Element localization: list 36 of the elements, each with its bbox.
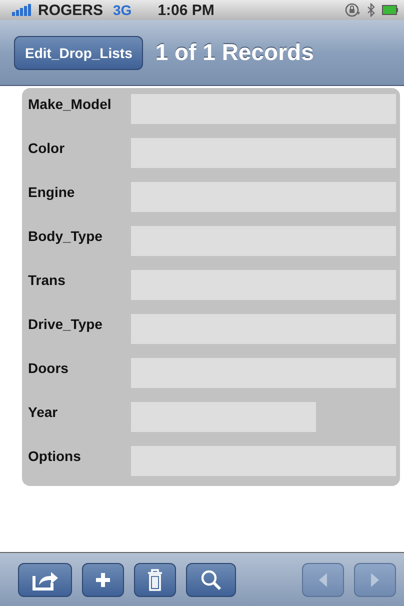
network-type: 3G <box>113 2 132 18</box>
field-label: Options <box>28 447 82 464</box>
add-button[interactable] <box>82 562 124 596</box>
signal-icon <box>12 4 32 16</box>
bluetooth-icon <box>367 3 376 17</box>
battery-icon <box>382 5 398 15</box>
input-field[interactable] <box>131 446 396 476</box>
delete-button[interactable] <box>134 562 176 596</box>
input-field[interactable] <box>131 138 396 168</box>
input-field[interactable] <box>131 270 396 300</box>
trash-icon <box>147 568 163 590</box>
right-arrow-icon <box>370 572 380 588</box>
edit-drop-lists-button[interactable]: Edit_Drop_Lists <box>14 36 144 70</box>
clock-time: 1:06 PM <box>158 2 214 18</box>
input-field[interactable] <box>131 226 396 256</box>
left-arrow-icon <box>318 572 328 588</box>
field-label: Body_Type <box>28 227 104 244</box>
plus-icon <box>95 572 111 588</box>
input-field[interactable] <box>131 402 316 432</box>
carrier-name: ROGERS <box>38 2 104 18</box>
input-field[interactable] <box>131 358 396 388</box>
field-label: Year <box>28 403 59 420</box>
search-icon <box>200 568 222 590</box>
records-title: 1 of 1 Records <box>155 39 314 66</box>
rotation-lock-icon <box>345 3 361 17</box>
input-field[interactable] <box>131 94 396 124</box>
search-button[interactable] <box>186 562 236 596</box>
field-label: Make_Model <box>28 95 112 112</box>
field-label: Color <box>28 139 66 156</box>
field-label: Drive_Type <box>28 315 104 332</box>
field-label: Trans <box>28 271 66 288</box>
input-field[interactable] <box>131 314 396 344</box>
field-label: Doors <box>28 359 70 376</box>
input-field[interactable] <box>131 182 396 212</box>
share-button[interactable] <box>18 562 72 596</box>
field-label: Engine <box>28 183 76 200</box>
